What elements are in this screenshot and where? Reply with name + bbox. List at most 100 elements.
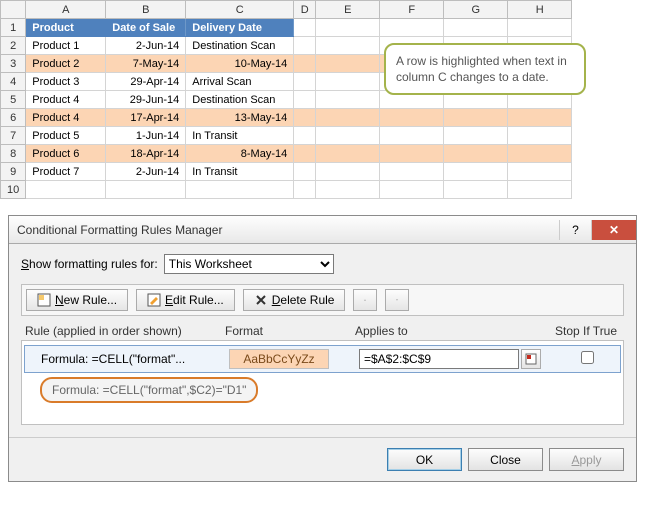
cell[interactable]: Product 6 — [26, 145, 106, 163]
row-header[interactable]: 3 — [1, 55, 26, 73]
cell[interactable]: 2-Jun-14 — [106, 163, 186, 181]
column-header[interactable]: C — [186, 1, 294, 19]
new-rule-button[interactable]: New Rule... — [26, 289, 128, 311]
cell[interactable] — [316, 163, 380, 181]
cell[interactable] — [444, 163, 508, 181]
cell[interactable]: Product — [26, 19, 106, 37]
cell[interactable] — [444, 109, 508, 127]
row-header[interactable]: 2 — [1, 37, 26, 55]
cell[interactable]: Destination Scan — [186, 91, 294, 109]
cell[interactable]: 29-Apr-14 — [106, 73, 186, 91]
cell[interactable] — [508, 181, 572, 199]
cell[interactable] — [508, 109, 572, 127]
move-down-button[interactable] — [385, 289, 409, 311]
scope-select[interactable]: This Worksheet — [164, 254, 334, 274]
cell[interactable] — [444, 127, 508, 145]
row-header[interactable]: 10 — [1, 181, 26, 199]
cell[interactable]: 18-Apr-14 — [106, 145, 186, 163]
cell[interactable]: Product 7 — [26, 163, 106, 181]
cell[interactable] — [316, 19, 380, 37]
apply-button[interactable]: Apply — [549, 448, 624, 471]
cell[interactable]: 2-Jun-14 — [106, 37, 186, 55]
cell[interactable] — [508, 19, 572, 37]
row-header[interactable]: 6 — [1, 109, 26, 127]
cell[interactable] — [316, 109, 380, 127]
cell[interactable]: Product 1 — [26, 37, 106, 55]
cell[interactable] — [316, 73, 380, 91]
cell[interactable]: Destination Scan — [186, 37, 294, 55]
cell[interactable] — [106, 181, 186, 199]
cell[interactable] — [316, 145, 380, 163]
cell[interactable] — [294, 181, 316, 199]
cell[interactable]: 7-May-14 — [106, 55, 186, 73]
cell[interactable]: Product 3 — [26, 73, 106, 91]
cell[interactable]: Product 4 — [26, 91, 106, 109]
close-icon[interactable]: ✕ — [591, 220, 636, 240]
row-header[interactable]: 1 — [1, 19, 26, 37]
cell[interactable]: 8-May-14 — [186, 145, 294, 163]
cell[interactable]: In Transit — [186, 127, 294, 145]
close-button[interactable]: Close — [468, 448, 543, 471]
cell[interactable] — [26, 181, 106, 199]
cell[interactable] — [380, 163, 444, 181]
column-header[interactable]: B — [106, 1, 186, 19]
cell[interactable] — [294, 91, 316, 109]
row-header[interactable]: 9 — [1, 163, 26, 181]
select-all-corner[interactable] — [1, 1, 26, 19]
cell[interactable] — [294, 127, 316, 145]
cell[interactable] — [380, 109, 444, 127]
column-header[interactable]: D — [294, 1, 316, 19]
cell[interactable]: 10-May-14 — [186, 55, 294, 73]
cell[interactable] — [294, 145, 316, 163]
cell[interactable]: Product 5 — [26, 127, 106, 145]
column-header[interactable]: A — [26, 1, 106, 19]
cell[interactable] — [316, 127, 380, 145]
cell[interactable] — [294, 73, 316, 91]
row-header[interactable]: 4 — [1, 73, 26, 91]
range-selector-icon[interactable] — [521, 349, 541, 369]
column-header[interactable]: F — [380, 1, 444, 19]
cell[interactable] — [316, 55, 380, 73]
cell[interactable]: Arrival Scan — [186, 73, 294, 91]
applies-to-input[interactable] — [359, 349, 519, 369]
cell[interactable] — [508, 163, 572, 181]
cell[interactable] — [294, 19, 316, 37]
cell[interactable] — [380, 19, 444, 37]
row-header[interactable]: 5 — [1, 91, 26, 109]
row-header[interactable]: 8 — [1, 145, 26, 163]
rules-list[interactable]: Formula: =CELL("format"... AaBbCcYyZz Fo… — [21, 340, 624, 425]
cell[interactable] — [508, 127, 572, 145]
spreadsheet-grid[interactable]: ABCDEFGH 1ProductDate of SaleDelivery Da… — [0, 0, 572, 199]
cell[interactable]: 17-Apr-14 — [106, 109, 186, 127]
cell[interactable] — [444, 181, 508, 199]
cell[interactable]: Product 2 — [26, 55, 106, 73]
cell[interactable] — [294, 55, 316, 73]
edit-rule-button[interactable]: Edit Rule... — [136, 289, 235, 311]
cell[interactable]: Delivery Date — [186, 19, 294, 37]
move-up-button[interactable] — [353, 289, 377, 311]
cell[interactable] — [294, 37, 316, 55]
cell[interactable]: 1-Jun-14 — [106, 127, 186, 145]
cell[interactable] — [294, 109, 316, 127]
delete-rule-button[interactable]: Delete Rule — [243, 289, 346, 311]
stop-if-true-checkbox[interactable] — [581, 351, 594, 364]
cell[interactable] — [380, 181, 444, 199]
cell[interactable] — [186, 181, 294, 199]
cell[interactable] — [316, 181, 380, 199]
dialog-titlebar[interactable]: Conditional Formatting Rules Manager ? ✕ — [9, 216, 636, 244]
cell[interactable] — [380, 127, 444, 145]
column-header[interactable]: H — [508, 1, 572, 19]
row-header[interactable]: 7 — [1, 127, 26, 145]
cell[interactable] — [444, 145, 508, 163]
cell[interactable] — [316, 91, 380, 109]
ok-button[interactable]: OK — [387, 448, 462, 471]
cell[interactable] — [444, 19, 508, 37]
cell[interactable] — [508, 145, 572, 163]
rule-row[interactable]: Formula: =CELL("format"... AaBbCcYyZz — [24, 345, 621, 373]
cell[interactable]: 13-May-14 — [186, 109, 294, 127]
column-header[interactable]: G — [444, 1, 508, 19]
cell[interactable] — [316, 37, 380, 55]
cell[interactable] — [380, 145, 444, 163]
cell[interactable]: Date of Sale — [106, 19, 186, 37]
cell[interactable]: In Transit — [186, 163, 294, 181]
